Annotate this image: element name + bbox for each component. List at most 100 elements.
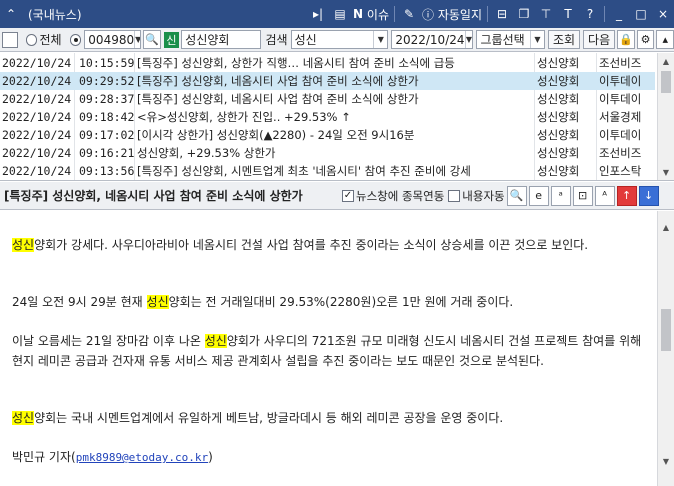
article-paragraph: 24일 오전 9시 29분 현재 성신양회는 전 거래일대비 29.53%(22… xyxy=(12,292,652,312)
scroll-thumb[interactable] xyxy=(661,309,671,351)
row-source: 서울경제 xyxy=(599,110,642,124)
search-input[interactable]: 성신 ▼ xyxy=(290,30,389,49)
next-button[interactable]: 다음 xyxy=(583,30,616,49)
row-stock: 성신양회 xyxy=(537,92,580,106)
browser-icon[interactable]: e xyxy=(528,185,549,206)
zoom-icon[interactable]: 🔍 xyxy=(506,185,527,206)
scroll-up-icon[interactable]: ▲ xyxy=(658,53,674,69)
article-paragraph: 성신양회는 국내 시멘트업계에서 유일하게 베트남, 방글라데시 등 해외 레미… xyxy=(12,408,652,428)
row-stock: 성신양회 xyxy=(537,74,580,88)
window-menu-icon[interactable]: ⌃ xyxy=(2,4,20,24)
separator xyxy=(604,6,605,22)
article-paragraph: 이날 오름세는 21일 장마감 이후 나온 성신양회가 사우디의 721조원 규… xyxy=(12,331,652,371)
reporter-email-link[interactable]: pmk8989@etoday.co.kr xyxy=(76,451,208,464)
fit-icon[interactable]: ⊡ xyxy=(572,185,593,206)
row-title: 성신양회, +29.53% 상한가 xyxy=(137,146,276,160)
row-date: 2022/10/24 xyxy=(2,146,72,160)
table-row[interactable]: 2022/10/24 09:13:56 [특징주] 성신양회, 시멘트업계 최초… xyxy=(0,162,655,180)
row-time: 09:28:37 xyxy=(79,92,134,106)
row-date: 2022/10/24 xyxy=(2,74,72,88)
query-button[interactable]: 조회 xyxy=(547,30,581,49)
stock-name-field[interactable]: 성신양회 xyxy=(181,30,262,49)
radio-all-label: 전체 xyxy=(39,33,62,47)
table-row[interactable]: 2022/10/24 09:17:02 [이시각 상한가] 성신양회(▲2280… xyxy=(0,126,655,144)
article-scrollbar[interactable]: ▲ ▼ xyxy=(657,211,674,486)
row-time: 09:13:56 xyxy=(79,164,134,178)
row-date: 2022/10/24 xyxy=(2,110,72,124)
font-size-icon[interactable]: T xyxy=(559,4,577,24)
scroll-thumb[interactable] xyxy=(661,71,671,93)
row-title: [특징주] 성신양회, 시멘트업계 최초 '네옴시티' 참여 추진 준비에 강세 xyxy=(137,164,471,178)
chevron-down-icon[interactable]: ▼ xyxy=(464,31,473,48)
minimize-button[interactable]: _ xyxy=(610,4,628,24)
table-row[interactable]: 2022/10/24 10:15:59 [특징주] 성신양회, 상한가 직행… … xyxy=(0,54,655,72)
group-select[interactable]: 그룹선택 ▼ xyxy=(476,30,545,49)
row-time: 09:18:42 xyxy=(79,110,134,124)
scroll-down-icon[interactable]: ▼ xyxy=(658,453,674,469)
lock-icon[interactable]: 🔒 xyxy=(617,30,635,49)
news-panel-icon[interactable]: ▤ xyxy=(331,4,349,24)
scroll-down-icon[interactable]: ▼ xyxy=(658,164,674,180)
autolog-button[interactable]: ⓘ 자동일지 xyxy=(422,4,482,24)
table-row[interactable]: 2022/10/24 09:28:37 [특징주] 성신양회, 네옴시티 사업 … xyxy=(0,90,655,108)
link-news-checkbox[interactable]: ✓ xyxy=(342,189,354,202)
help-icon[interactable]: ? xyxy=(581,4,599,24)
link-window-icon[interactable]: ⊟ xyxy=(493,4,511,24)
date-picker[interactable]: 2022/10/24 ▼ xyxy=(391,30,474,49)
search-label: 검색 xyxy=(265,33,288,47)
copy-window-icon[interactable]: ❐ xyxy=(515,4,533,24)
font-shrink-icon[interactable]: ᵃ xyxy=(550,185,571,206)
chevron-down-icon[interactable]: ▼ xyxy=(373,31,387,48)
scroll-up-icon[interactable]: ▲ xyxy=(658,219,674,235)
close-button[interactable]: × xyxy=(654,4,672,24)
keyword-highlight: 성신 xyxy=(204,334,227,348)
stock-up-icon[interactable]: ↑ xyxy=(616,185,637,206)
issue-button[interactable]: N 이슈 xyxy=(353,4,389,24)
window-title: (국내뉴스) xyxy=(28,7,82,22)
title-bar: ⌃ (국내뉴스) ▸| ▤ N 이슈 ✎ ⓘ 자동일지 ⊟ ❐ ⊤ T ? _ … xyxy=(0,0,674,28)
search-value: 성신 xyxy=(294,33,317,47)
pin-icon[interactable]: ⊤ xyxy=(537,4,555,24)
gear-icon[interactable]: ⚙ xyxy=(636,30,655,49)
row-source: 이투데이 xyxy=(599,74,642,88)
link-news-label: 뉴스창에 종목연동 xyxy=(356,188,445,203)
row-stock: 성신양회 xyxy=(537,110,580,124)
row-title: <유>성신양회, 상한가 진입.. +29.53% ↑ xyxy=(137,110,351,124)
expand-icon[interactable]: ▸| xyxy=(309,4,327,24)
content-auto-label: 내용자동 xyxy=(462,188,505,203)
font-enlarge-icon[interactable]: ᴬ xyxy=(594,185,615,206)
chevron-down-icon[interactable]: ▼ xyxy=(134,31,140,48)
search-toolbar: 전체 004980 ▼ 🔍 신 성신양회 검색 성신 ▼ 2022/10/24 … xyxy=(0,28,674,52)
table-row[interactable]: 2022/10/24 09:29:52 [특징주] 성신양회, 네옴시티 사업 … xyxy=(0,72,655,90)
stock-code-combo[interactable]: 004980 ▼ xyxy=(84,30,142,49)
row-time: 09:16:21 xyxy=(79,146,134,160)
radio-all[interactable] xyxy=(25,33,38,46)
content-auto-checkbox[interactable] xyxy=(448,189,461,202)
collapse-icon[interactable]: ▴ xyxy=(656,30,674,49)
stock-down-icon[interactable]: ↓ xyxy=(638,185,659,206)
window-icon[interactable] xyxy=(2,31,18,48)
news-list: 2022/10/24 10:15:59 [특징주] 성신양회, 상한가 직행… … xyxy=(0,53,674,181)
article-header: [특징주] 성신양회, 네옴시티 사업 참여 준비 소식에 상한가 ✓ 뉴스창에… xyxy=(0,182,674,210)
date-value: 2022/10/24 xyxy=(395,32,465,47)
list-scrollbar[interactable]: ▲ ▼ xyxy=(657,53,674,180)
stock-code-value: 004980 xyxy=(88,32,135,47)
row-title: [특징주] 성신양회, 상한가 직행… 네옴시티 참여 준비 소식에 급등 xyxy=(137,56,455,70)
row-time: 09:29:52 xyxy=(79,74,134,88)
paragraph-text: 24일 오전 9시 29분 현재 xyxy=(12,295,147,309)
article-body: 성신 양회가 강세다. 사우디아라비아 네옴시티 건설 사업 참여를 추진 중이라… xyxy=(0,211,674,486)
tools-icon[interactable]: ✎ xyxy=(400,4,418,24)
paragraph-text: 양회는 전 거래일대비 29.53%(2280원)오른 1만 원에 거래 중이다… xyxy=(168,295,514,309)
maximize-button[interactable]: □ xyxy=(632,4,650,24)
row-stock: 성신양회 xyxy=(537,164,580,178)
chevron-down-icon[interactable]: ▼ xyxy=(529,31,544,48)
title-tools: ▸| ▤ N 이슈 ✎ ⓘ 자동일지 ⊟ ❐ ⊤ T ? _ □ × xyxy=(307,0,674,28)
row-stock: 성신양회 xyxy=(537,128,580,142)
radio-stock[interactable] xyxy=(69,33,82,46)
row-source: 조선비즈 xyxy=(599,146,642,160)
stock-search-icon[interactable]: 🔍 xyxy=(143,30,161,49)
table-row[interactable]: 2022/10/24 09:16:21 성신양회, +29.53% 상한가 성신… xyxy=(0,144,655,162)
paragraph-text: 양회가 강세다. 사우디아라비아 네옴시티 건설 사업 참여를 추진 중이라는 … xyxy=(34,238,589,252)
autolog-label: 자동일지 xyxy=(437,7,482,22)
table-row[interactable]: 2022/10/24 09:18:42 <유>성신양회, 상한가 진입.. +2… xyxy=(0,108,655,126)
